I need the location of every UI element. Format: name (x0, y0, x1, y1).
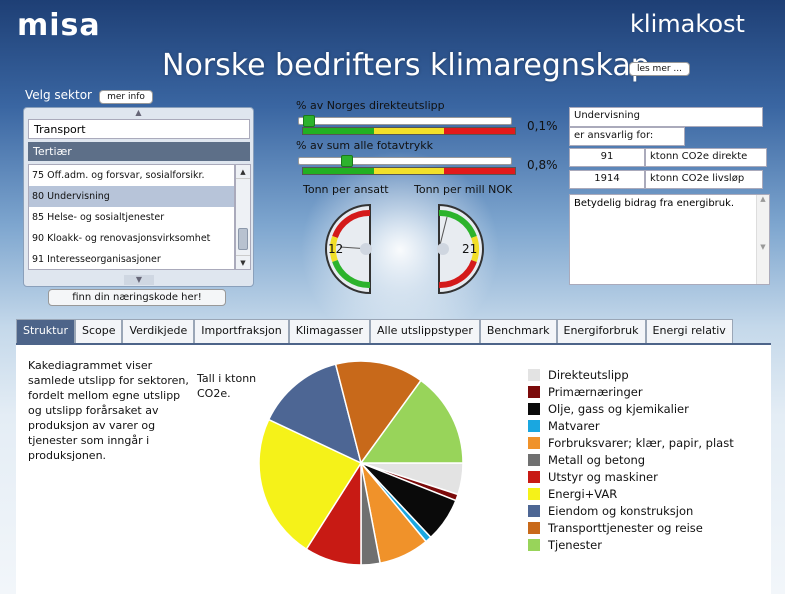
per-employee-gauge: 12 (325, 203, 372, 295)
legend-item: Metall og betong (528, 451, 734, 468)
legend-item: Primærnæringer (528, 383, 734, 400)
per-mnok-label: Tonn per mill NOK (414, 183, 513, 196)
legend-label: Metall og betong (548, 453, 646, 468)
legend-item: Direkteutslipp (528, 366, 734, 383)
pie-chart (258, 360, 464, 566)
list-scrollbar[interactable]: ▲ ▼ (235, 164, 251, 270)
direct-unit: ktonn CO2e direkte (645, 148, 767, 167)
comment-text: Betydelig bidrag fra energibruk. (574, 198, 735, 209)
legend-swatch (528, 488, 540, 501)
misa-logo: misa (17, 8, 101, 43)
legend-label: Energi+VAR (548, 487, 618, 502)
sector-selector: ▲ Transport Tertiær 75 Off.adm. og forsv… (23, 107, 254, 287)
legend-swatch (528, 385, 540, 398)
direct-share-scale (302, 127, 516, 135)
page-title: Norske bedrifters klimaregnskap (162, 48, 650, 83)
list-item[interactable]: 75 Off.adm. og forsvar, sosialforsikr. (29, 165, 234, 186)
legend-item: Eiendom og konstruksjon (528, 503, 734, 520)
sector-list: 75 Off.adm. og forsvar, sosialforsikr. 8… (28, 164, 235, 270)
legend-label: Forbruksvarer; klær, papir, plast (548, 435, 734, 450)
legend-item: Forbruksvarer; klær, papir, plast (528, 434, 734, 451)
per-employee-value: 12 (328, 242, 343, 256)
legend-item: Energi+VAR (528, 486, 734, 503)
scroll-down-icon[interactable]: ▼ (124, 275, 154, 285)
tab-importfraksjon[interactable]: Importfraksjon (194, 319, 289, 343)
velg-sektor-label: Velg sektor (25, 88, 92, 102)
legend-swatch (528, 505, 540, 518)
list-item[interactable]: 85 Helse- og sosialtjenester (29, 207, 234, 228)
direct-amount: 91 (569, 148, 645, 167)
tab-verdikjede[interactable]: Verdikjede (122, 319, 195, 343)
sector-main-item[interactable]: Transport (28, 119, 250, 139)
scroll-down-arrow-icon[interactable]: ▼ (236, 255, 250, 269)
legend-item: Matvarer (528, 417, 734, 434)
tab-bar: Struktur Scope Verdikjede Importfraksjon… (16, 319, 733, 343)
sector-name-box: Undervisning (569, 107, 763, 127)
legend-swatch (528, 522, 540, 535)
lifecycle-unit: ktonn CO2e livsløp (645, 170, 763, 189)
legend-label: Direkteutslipp (548, 367, 629, 382)
les-mer-button[interactable]: les mer ... (629, 62, 690, 76)
lifecycle-amount: 1914 (569, 170, 645, 189)
legend-item: Olje, gass og kjemikalier (528, 400, 734, 417)
tab-scope[interactable]: Scope (74, 319, 123, 343)
legend-label: Tjenester (548, 538, 602, 553)
tab-klimagasser[interactable]: Klimagasser (288, 319, 371, 343)
tab-alle-utslippstyper[interactable]: Alle utslippstyper (370, 319, 480, 343)
tab-energiforbruk[interactable]: Energiforbruk (556, 319, 646, 343)
legend-item: Utstyr og maskiner (528, 469, 734, 486)
comment-box[interactable]: Betydelig bidrag fra energibruk. ▲ ▼ (569, 194, 770, 285)
mer-info-button[interactable]: mer info (99, 90, 153, 104)
legend-label: Utstyr og maskiner (548, 470, 658, 485)
direct-share-label: % av Norges direkteutslipp (296, 99, 445, 112)
footprint-share-slider (298, 155, 512, 167)
scrollbar-thumb[interactable] (238, 228, 248, 250)
comment-scrollbar[interactable]: ▲ ▼ (756, 195, 769, 284)
klimakost-logo: klimakost (630, 10, 745, 38)
list-item[interactable]: 90 Kloakk- og renovasjonsvirksomhet (29, 228, 234, 249)
tab-struktur[interactable]: Struktur (16, 319, 75, 343)
legend-swatch (528, 402, 540, 415)
finn-naeringskode-button[interactable]: finn din næringskode her! (48, 289, 226, 306)
unit-note: Tall i ktonn CO2e. (197, 372, 257, 400)
sector-sub-item[interactable]: Tertiær (28, 142, 250, 161)
per-mnok-gauge: 21 (437, 203, 484, 295)
legend-item: Transporttjenester og reise (528, 520, 734, 537)
footprint-share-label: % av sum alle fotavtrykk (296, 139, 433, 152)
legend-swatch (528, 454, 540, 467)
legend-label: Matvarer (548, 418, 600, 433)
chart-description: Kakediagrammet viser samlede utslipp for… (28, 359, 189, 462)
legend-label: Eiendom og konstruksjon (548, 504, 694, 519)
legend-swatch (528, 471, 540, 484)
legend-swatch (528, 419, 540, 432)
legend-label: Primærnæringer (548, 384, 643, 399)
legend-label: Olje, gass og kjemikalier (548, 401, 689, 416)
per-mnok-value: 21 (462, 242, 477, 256)
per-employee-label: Tonn per ansatt (303, 183, 389, 196)
list-item-selected[interactable]: 80 Undervisning (29, 186, 234, 207)
responsible-label: er ansvarlig for: (569, 127, 685, 146)
footprint-share-scale (302, 167, 516, 175)
slider-thumb (303, 115, 315, 127)
tab-energi-relativ[interactable]: Energi relativ (645, 319, 733, 343)
legend-item: Tjenester (528, 537, 734, 554)
list-item[interactable]: 91 Interesseorganisasjoner (29, 249, 234, 269)
legend-swatch (528, 436, 540, 449)
scroll-up-icon[interactable]: ▲ (24, 108, 253, 118)
legend-label: Transporttjenester og reise (548, 521, 703, 536)
tab-benchmark[interactable]: Benchmark (479, 319, 557, 343)
chart-legend: Direkteutslipp Primærnæringer Olje, gass o… (528, 366, 734, 554)
direct-share-slider (298, 115, 512, 127)
scroll-up-arrow-icon[interactable]: ▲ (236, 165, 250, 179)
legend-swatch (528, 539, 540, 552)
legend-swatch (528, 368, 540, 381)
footprint-share-value: 0,8% (527, 158, 558, 172)
direct-share-value: 0,1% (527, 119, 558, 133)
slider-thumb (341, 155, 353, 167)
